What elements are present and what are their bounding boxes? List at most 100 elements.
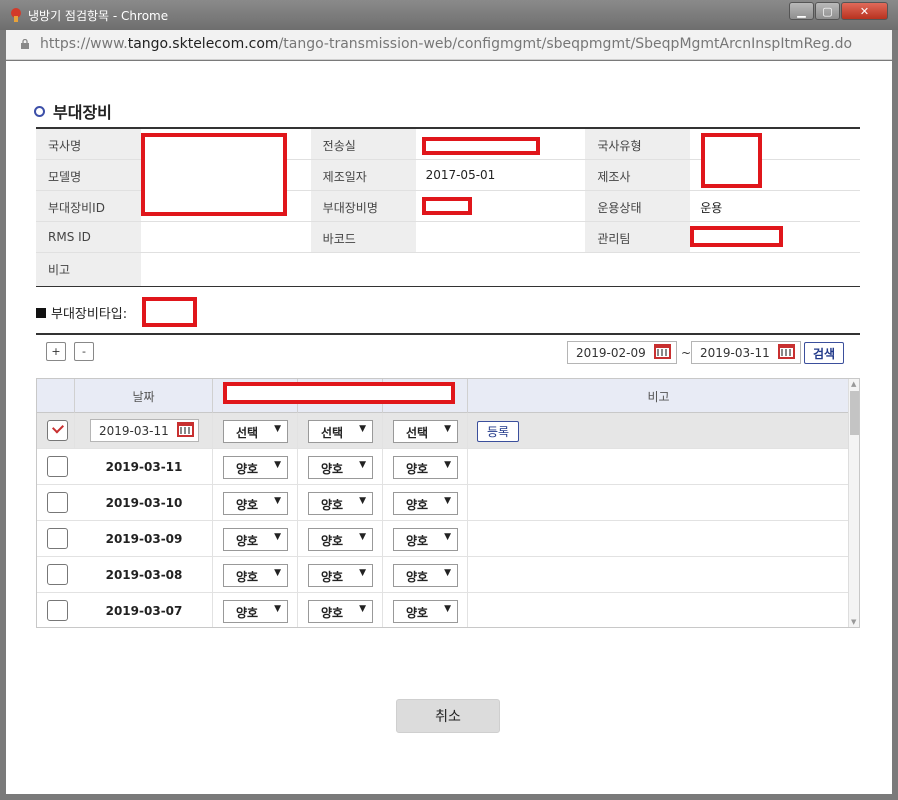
redaction-box	[701, 133, 762, 188]
header-checkbox-col	[37, 379, 75, 413]
redaction-box	[690, 226, 783, 247]
value-rms-id	[141, 222, 311, 252]
row-checkbox[interactable]	[47, 528, 68, 549]
row-select-3[interactable]: 양호 ▼	[393, 528, 458, 551]
label-station-type: 국사유형	[585, 129, 691, 159]
calendar-icon[interactable]	[778, 344, 795, 359]
input-row: 2019-03-11 선택 ▼ 선택 ▼ 선택 ▼ 등록	[37, 413, 849, 449]
input-select-3[interactable]: 선택 ▼	[393, 420, 458, 443]
page-content: 부대장비 국사명 전송실 국사유형 모델명 제조일자 2017-05-01 제조…	[6, 61, 892, 794]
row-select-2[interactable]: 양호 ▼	[308, 528, 373, 551]
row-select-3[interactable]: 양호 ▼	[393, 564, 458, 587]
dropdown-arrow-icon: ▼	[444, 568, 451, 578]
dropdown-arrow-icon: ▼	[444, 604, 451, 614]
add-row-button[interactable]: +	[46, 342, 66, 361]
table-row: 2019-03-10 양호 ▼ 양호 ▼ 양호 ▼	[37, 485, 849, 521]
app-logo-icon	[11, 8, 21, 22]
row-select-3[interactable]: 양호 ▼	[393, 456, 458, 479]
row-select-2[interactable]: 양호 ▼	[308, 456, 373, 479]
search-button[interactable]: 검색	[804, 342, 844, 364]
row-date: 2019-03-10	[105, 496, 183, 510]
url-text: https://www.tango.sktelecom.com/tango-tr…	[40, 36, 853, 52]
row-checkbox[interactable]	[47, 492, 68, 513]
redaction-box	[223, 382, 455, 404]
bullet-circle-icon	[34, 105, 45, 117]
register-button[interactable]: 등록	[477, 421, 519, 442]
redaction-box	[422, 137, 540, 155]
input-select-1[interactable]: 선택 ▼	[223, 420, 288, 443]
equipment-type-label: 부대장비타입:	[36, 303, 127, 322]
cancel-button[interactable]: 취소	[396, 699, 500, 733]
scroll-thumb[interactable]	[850, 391, 859, 435]
bullet-square-icon	[36, 307, 46, 318]
dropdown-arrow-icon: ▼	[274, 460, 281, 470]
label-manufacturer: 제조사	[585, 160, 691, 190]
dropdown-arrow-icon: ▼	[359, 496, 366, 506]
label-transmission-room: 전송실	[310, 129, 416, 159]
scroll-down-icon[interactable]: ▼	[851, 618, 856, 626]
redaction-box	[142, 297, 197, 327]
dropdown-arrow-icon: ▼	[274, 604, 281, 614]
label-remark: 비고	[36, 253, 141, 286]
close-icon: ✕	[859, 4, 870, 18]
dropdown-arrow-icon: ▼	[274, 568, 281, 578]
label-equipment-id: 부대장비ID	[36, 191, 141, 221]
calendar-icon[interactable]	[654, 344, 671, 359]
address-bar[interactable]: https://www.tango.sktelecom.com/tango-tr…	[6, 30, 892, 60]
row-select-1[interactable]: 양호 ▼	[223, 492, 288, 515]
dropdown-arrow-icon: ▼	[444, 496, 451, 506]
row-date: 2019-03-09	[105, 532, 183, 546]
dropdown-arrow-icon: ▼	[274, 424, 281, 434]
redaction-box	[141, 133, 287, 216]
scroll-up-icon[interactable]: ▲	[851, 380, 856, 388]
section-title: 부대장비	[34, 99, 112, 123]
dropdown-arrow-icon: ▼	[274, 496, 281, 506]
label-model-name: 모델명	[36, 160, 141, 190]
label-barcode: 바코드	[310, 222, 416, 252]
row-checkbox[interactable]	[47, 600, 68, 621]
header-remark[interactable]: 비고	[468, 379, 849, 413]
maximize-icon: ▢	[822, 4, 833, 18]
maximize-button[interactable]: ▢	[815, 2, 840, 20]
row-select-3[interactable]: 양호 ▼	[393, 600, 458, 623]
close-button[interactable]: ✕	[841, 2, 888, 20]
row-select-1[interactable]: 양호 ▼	[223, 528, 288, 551]
row-select-2[interactable]: 양호 ▼	[308, 564, 373, 587]
dropdown-arrow-icon: ▼	[359, 604, 366, 614]
dropdown-arrow-icon: ▼	[444, 424, 451, 434]
row-date: 2019-03-07	[105, 604, 183, 618]
row-checkbox[interactable]	[47, 564, 68, 585]
inspection-grid: 날짜 비고 2019-03-11 선택 ▼ 선택 ▼ 선택 ▼ 등록 2019-…	[36, 378, 860, 628]
value-barcode	[416, 222, 586, 252]
label-equipment-name: 부대장비명	[310, 191, 416, 221]
header-date[interactable]: 날짜	[75, 379, 213, 413]
row-date: 2019-03-11	[105, 460, 183, 474]
dropdown-arrow-icon: ▼	[359, 532, 366, 542]
table-row: 2019-03-11 양호 ▼ 양호 ▼ 양호 ▼	[37, 449, 849, 485]
row-date: 2019-03-08	[105, 568, 183, 582]
value-manufacture-date: 2017-05-01	[425, 168, 496, 182]
table-row: 2019-03-08 양호 ▼ 양호 ▼ 양호 ▼	[37, 557, 849, 593]
row-select-2[interactable]: 양호 ▼	[308, 492, 373, 515]
dropdown-arrow-icon: ▼	[359, 460, 366, 470]
row-select-3[interactable]: 양호 ▼	[393, 492, 458, 515]
browser-window: 냉방기 점검항목 - Chrome ▁ ▢ ✕ https://www.tang…	[0, 0, 898, 800]
minimize-icon: ▁	[797, 4, 806, 18]
row-select-1[interactable]: 양호 ▼	[223, 600, 288, 623]
row-checkbox[interactable]	[47, 456, 68, 477]
input-select-2[interactable]: 선택 ▼	[308, 420, 373, 443]
row-select-1[interactable]: 양호 ▼	[223, 564, 288, 587]
row-select-2[interactable]: 양호 ▼	[308, 600, 373, 623]
dropdown-arrow-icon: ▼	[359, 424, 366, 434]
minimize-button[interactable]: ▁	[789, 2, 814, 20]
row-select-1[interactable]: 양호 ▼	[223, 456, 288, 479]
lock-icon	[21, 39, 29, 49]
table-row: 2019-03-09 양호 ▼ 양호 ▼ 양호 ▼	[37, 521, 849, 557]
label-station-name: 국사명	[36, 129, 141, 159]
calendar-icon[interactable]	[177, 422, 194, 437]
window-title: 냉방기 점검항목 - Chrome	[28, 9, 169, 23]
grid-scrollbar[interactable]: ▲ ▼	[848, 379, 859, 627]
remove-row-button[interactable]: -	[74, 342, 94, 361]
dropdown-arrow-icon: ▼	[444, 532, 451, 542]
section-divider	[36, 333, 860, 335]
